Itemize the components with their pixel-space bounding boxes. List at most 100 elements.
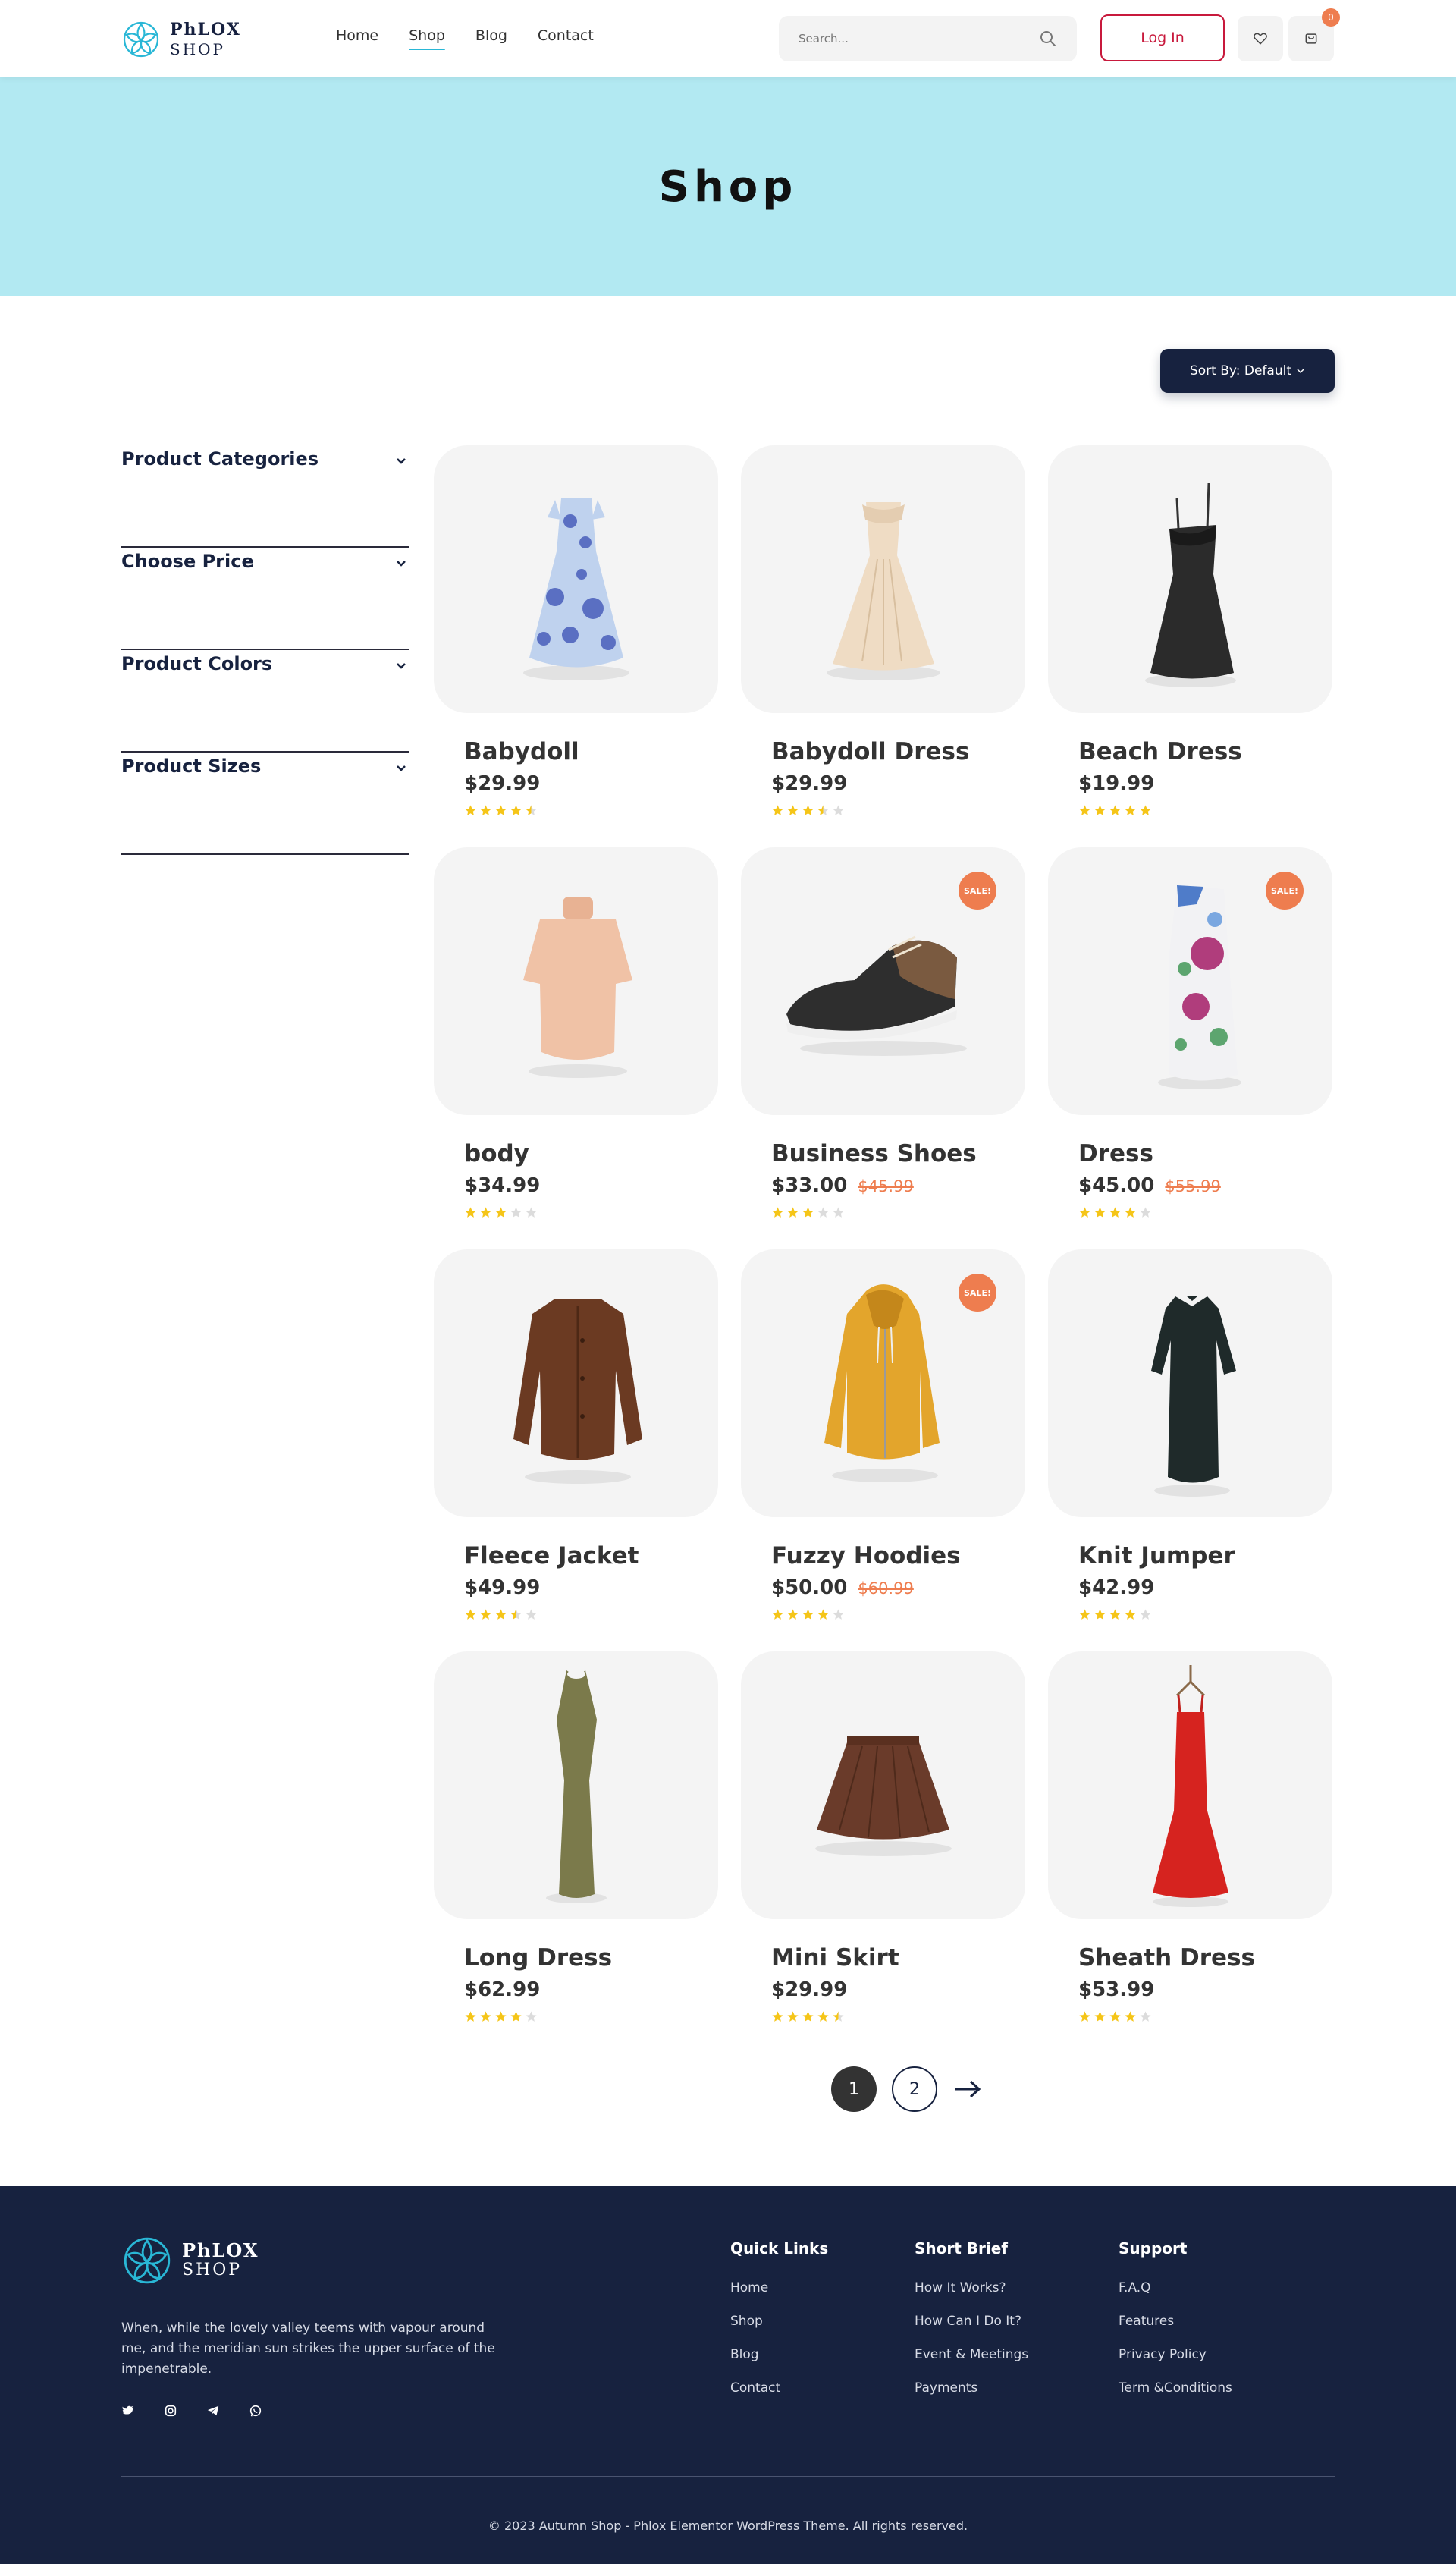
product-image[interactable] (741, 445, 1025, 713)
product-name[interactable]: Business Shoes (771, 1140, 977, 1167)
star-icon (802, 805, 814, 815)
whatsapp-icon[interactable] (249, 2404, 262, 2418)
filter-choose-price[interactable]: Choose Price (121, 548, 409, 650)
product-image[interactable]: SALE! (741, 847, 1025, 1115)
filter-product-categories[interactable]: Product Categories (121, 445, 409, 548)
footer-link-terms[interactable]: Term &Conditions (1119, 2380, 1232, 2396)
search-icon[interactable] (1039, 30, 1057, 48)
main-nav: Home Shop Blog Contact (336, 27, 594, 50)
product-name[interactable]: Beach Dress (1078, 738, 1242, 765)
chevron-down-icon (397, 765, 406, 771)
page-1-button[interactable]: 1 (831, 2066, 877, 2112)
cart-button[interactable]: 0 (1288, 8, 1340, 61)
chevron-down-icon (397, 458, 406, 464)
star-icon (1079, 805, 1090, 815)
star-icon (772, 1207, 783, 1218)
price-row: $29.99 (771, 1978, 847, 2001)
filter-title: Choose Price (121, 551, 254, 572)
arrow-right-icon[interactable] (952, 2078, 983, 2101)
product-image[interactable] (741, 1651, 1025, 1919)
product-name[interactable]: body (464, 1140, 529, 1167)
product-name[interactable]: Sheath Dress (1078, 1944, 1255, 1972)
footer-link-events[interactable]: Event & Meetings (915, 2347, 1028, 2362)
nav-shop[interactable]: Shop (409, 27, 445, 50)
page-2-button[interactable]: 2 (892, 2066, 937, 2112)
floral-dress-icon (523, 498, 629, 680)
product-image[interactable] (1048, 1651, 1332, 1919)
star-icon (1125, 1207, 1136, 1218)
star-icon (1125, 2011, 1136, 2022)
instagram-icon[interactable] (164, 2404, 177, 2418)
footer-link-blog[interactable]: Blog (730, 2347, 828, 2362)
price-row: $19.99 (1078, 772, 1154, 795)
product-image[interactable] (1048, 1249, 1332, 1517)
star-icon (787, 1207, 799, 1218)
footer-link-how-it-works[interactable]: How It Works? (915, 2280, 1028, 2295)
twitter-icon[interactable] (121, 2404, 135, 2418)
rating-stars (1078, 804, 1152, 817)
product-name[interactable]: Mini Skirt (771, 1944, 899, 1972)
star-icon (787, 1609, 799, 1620)
product-image[interactable]: SALE! (741, 1249, 1025, 1517)
product-name[interactable]: Dress (1078, 1140, 1153, 1167)
rating-stars (464, 1206, 538, 1219)
filter-product-sizes[interactable]: Product Sizes (121, 753, 409, 855)
footer-link-how-can-i-do-it[interactable]: How Can I Do It? (915, 2314, 1028, 2329)
filter-sidebar: Product Categories Choose Price Product … (121, 445, 409, 855)
nav-contact[interactable]: Contact (538, 27, 594, 50)
filter-product-colors[interactable]: Product Colors (121, 650, 409, 753)
price-row: $33.00 $45.99 (771, 1174, 914, 1197)
star-icon (1125, 805, 1136, 815)
star-icon (465, 2011, 476, 2022)
footer-link-faq[interactable]: F.A.Q (1119, 2280, 1232, 2295)
star-icon (1140, 2011, 1151, 2022)
star-icon (1109, 2011, 1121, 2022)
product-card: Sheath Dress $53.99 (1048, 1651, 1332, 2053)
chevron-down-icon (1297, 369, 1304, 374)
footer-link-privacy[interactable]: Privacy Policy (1119, 2347, 1232, 2362)
product-card: Mini Skirt $29.99 (741, 1651, 1025, 2053)
jacket-icon (513, 1299, 642, 1484)
product-image[interactable]: SALE! (1048, 847, 1332, 1115)
footer-logo[interactable]: PhLOX SHOP (121, 2235, 259, 2286)
product-name[interactable]: Fleece Jacket (464, 1542, 639, 1570)
star-icon (510, 1609, 522, 1620)
search-box (779, 16, 1077, 61)
telegram-icon[interactable] (206, 2404, 220, 2418)
product-image[interactable] (434, 1651, 718, 1919)
product-image[interactable] (434, 1249, 718, 1517)
footer-link-shop[interactable]: Shop (730, 2314, 828, 2329)
search-input[interactable] (799, 32, 1039, 46)
pagination: 1 2 (831, 2066, 983, 2112)
product-name[interactable]: Fuzzy Hoodies (771, 1542, 961, 1570)
product-image[interactable] (434, 847, 718, 1115)
rating-stars (771, 804, 845, 817)
footer-column-title: Short Brief (915, 2239, 1008, 2258)
product-name[interactable]: Babydoll (464, 738, 579, 765)
rating-stars (771, 2010, 845, 2023)
product-name[interactable]: Long Dress (464, 1944, 612, 1972)
nav-home[interactable]: Home (336, 27, 378, 50)
sort-dropdown[interactable]: Sort By: Default (1160, 349, 1335, 393)
footer-link-payments[interactable]: Payments (915, 2380, 1028, 2396)
login-button[interactable]: Log In (1100, 14, 1225, 61)
footer-link-features[interactable]: Features (1119, 2314, 1232, 2329)
product-name[interactable]: Babydoll Dress (771, 738, 969, 765)
product-price: $29.99 (771, 772, 848, 795)
product-image[interactable] (1048, 445, 1332, 713)
sale-badge: SALE! (959, 1274, 996, 1312)
product-name[interactable]: Knit Jumper (1078, 1542, 1235, 1570)
site-logo[interactable]: PhLOX SHOP (121, 20, 241, 59)
star-icon (802, 2011, 814, 2022)
product-image[interactable] (434, 445, 718, 713)
price-row: $34.99 (464, 1174, 540, 1197)
nav-blog[interactable]: Blog (475, 27, 507, 50)
price-row: $49.99 (464, 1576, 540, 1599)
footer-support: Support F.A.Q Features Privacy Policy Te… (1119, 2239, 1232, 2414)
star-icon (817, 2011, 829, 2022)
rating-stars (771, 1608, 845, 1621)
footer-link-contact[interactable]: Contact (730, 2380, 828, 2396)
footer-link-home[interactable]: Home (730, 2280, 828, 2295)
long-dress-icon (546, 1670, 607, 1903)
wishlist-button[interactable] (1238, 16, 1283, 61)
